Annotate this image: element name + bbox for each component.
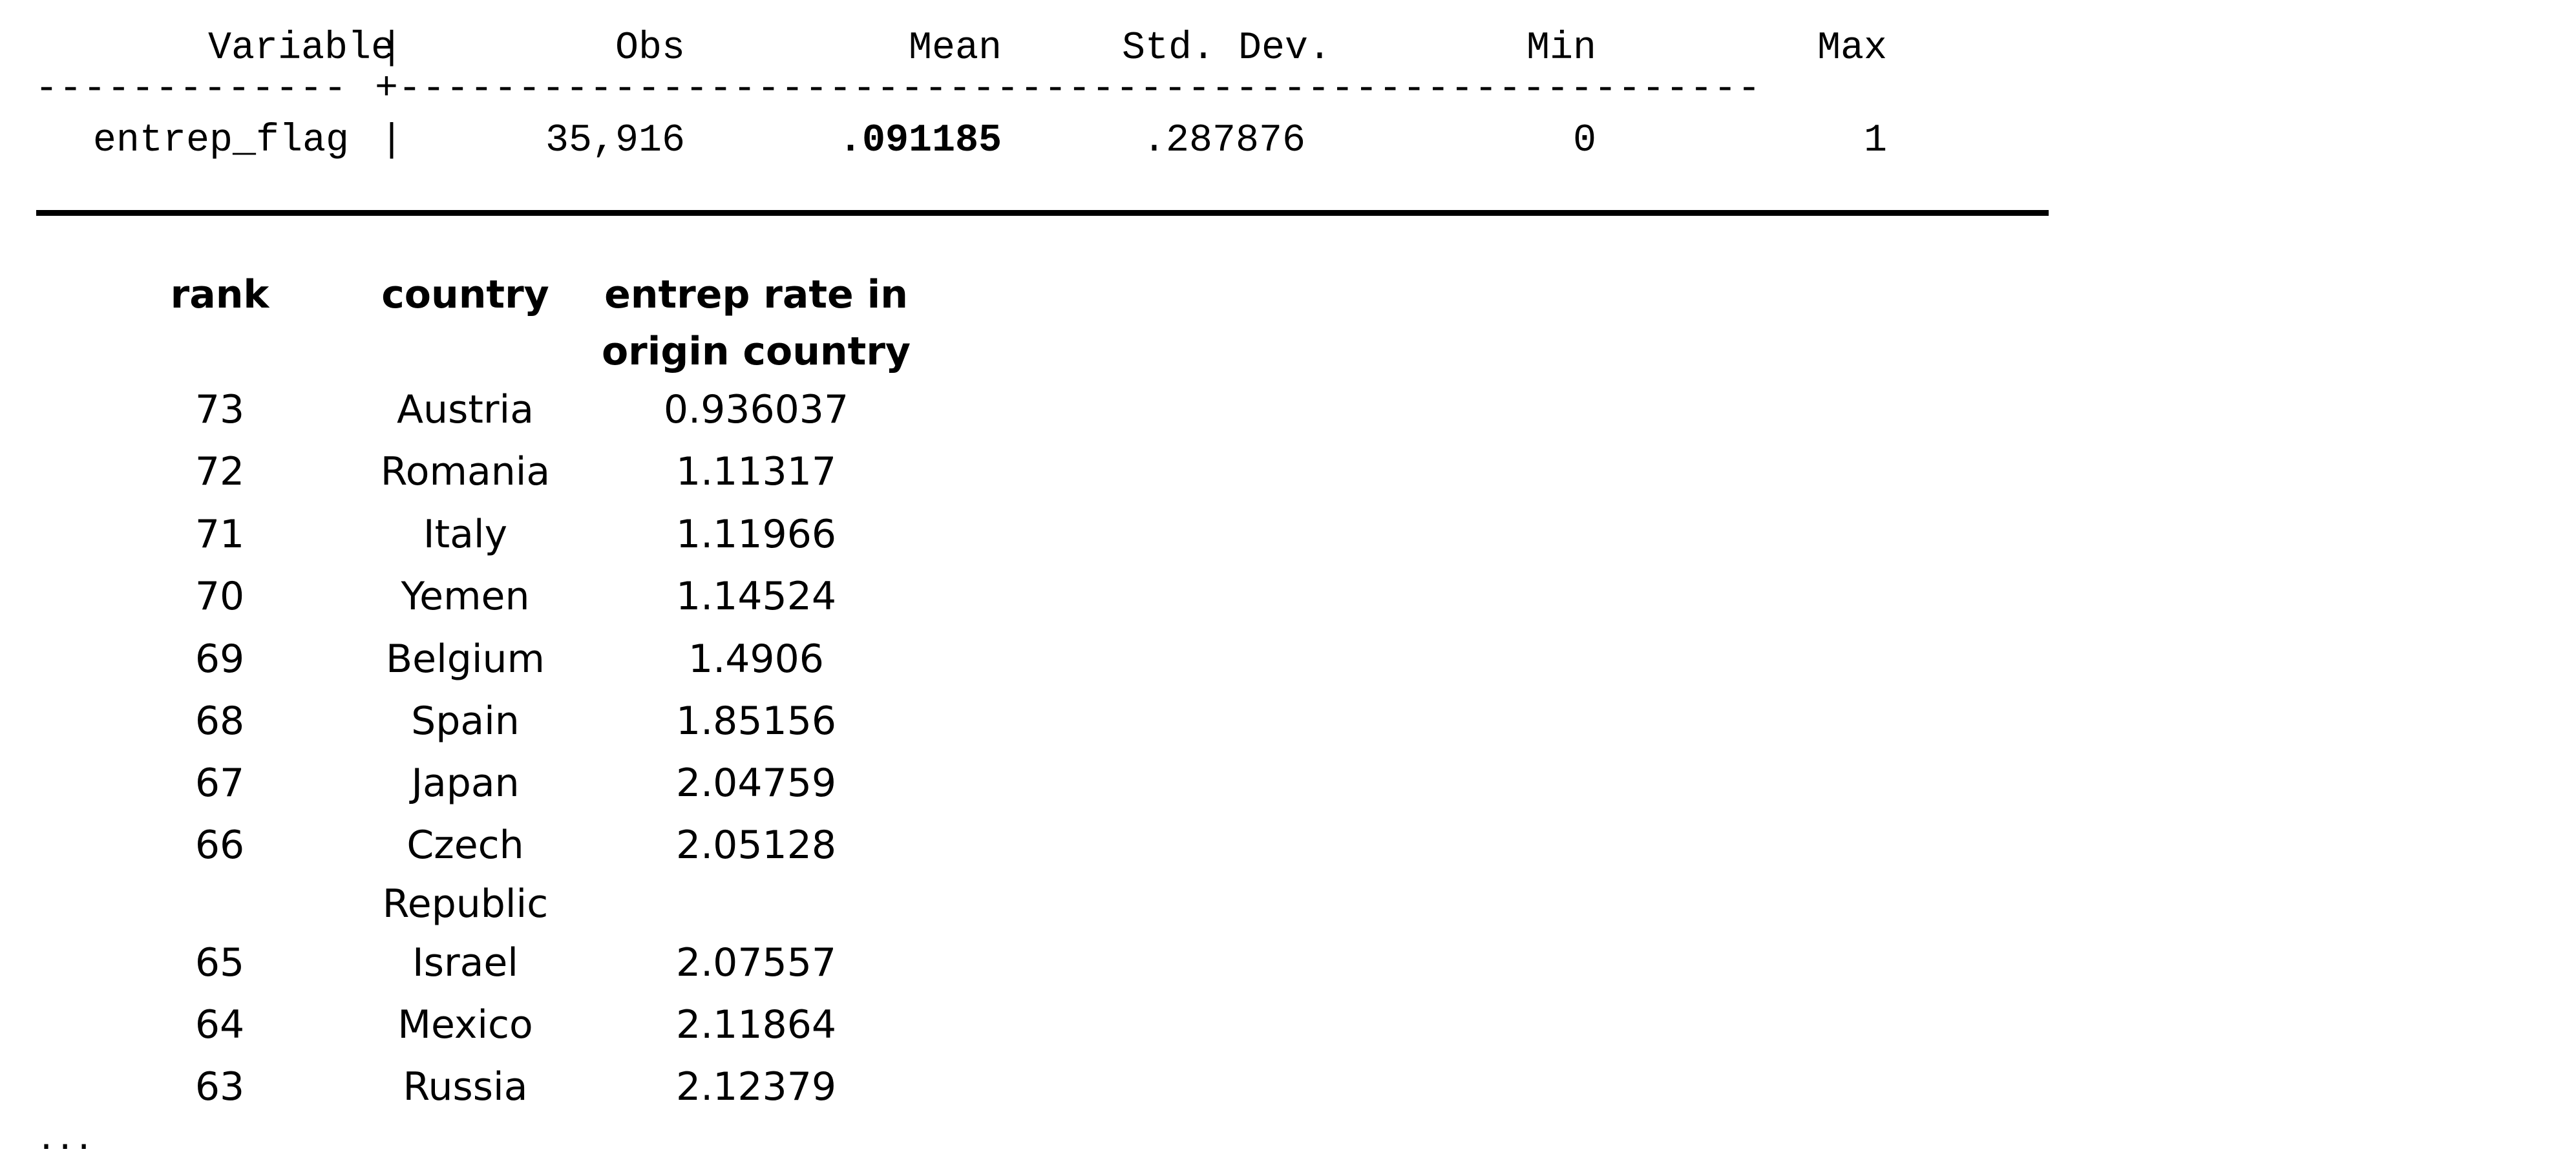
- rate-cell: 1.14524: [675, 574, 837, 619]
- rank-cell: 64: [195, 1002, 245, 1047]
- rank-cell: 73: [195, 387, 245, 432]
- rank-cell: 68: [195, 699, 245, 744]
- rank-cell: 63: [195, 1064, 245, 1109]
- country-cell: Japan: [411, 761, 520, 806]
- rank-cell: 70: [195, 574, 245, 619]
- rate-cell: 1.11317: [675, 449, 837, 494]
- country-cell: Belgium: [386, 636, 545, 682]
- rank-cell: 69: [195, 636, 245, 682]
- cell-variable: entrep_flag: [92, 119, 349, 163]
- header-rate-line1: entrep rate in: [604, 272, 908, 317]
- rank-cell: 67: [195, 761, 245, 806]
- continuation-ellipsis: ...: [40, 1113, 97, 1159]
- cell-obs: 35,916: [545, 119, 685, 163]
- rate-cell: 1.11966: [675, 512, 837, 557]
- country-cell: Italy: [423, 512, 508, 557]
- cell-min: 0: [1572, 119, 1596, 163]
- country-cell: Russia: [403, 1064, 528, 1109]
- country-cell: Israel: [412, 940, 518, 985]
- rate-cell: 2.04759: [675, 761, 837, 806]
- header-rate-line2: origin country: [601, 329, 911, 374]
- rate-cell: 2.12379: [675, 1064, 837, 1109]
- country-cell: Czech: [406, 823, 524, 868]
- cell-mean: .091185: [838, 119, 1002, 163]
- country-cell-line2: Republic: [382, 881, 549, 927]
- rank-cell: 66: [195, 823, 245, 868]
- header-rank: rank: [170, 272, 269, 317]
- rule-cross: +: [375, 67, 399, 111]
- country-cell: Spain: [411, 699, 520, 744]
- rate-cell: 1.4906: [688, 636, 824, 682]
- country-cell: Mexico: [397, 1002, 533, 1047]
- summary-rule: ------------- + ------------------------…: [0, 67, 1939, 121]
- cell-std-dev: .287876: [1142, 119, 1305, 163]
- rate-cell: 2.07557: [675, 940, 837, 985]
- row-separator: |: [380, 119, 404, 163]
- rule-left: -------------: [35, 67, 348, 111]
- country-cell: Yemen: [401, 574, 530, 619]
- cell-max: 1: [1863, 119, 1887, 163]
- header-country: country: [381, 272, 549, 317]
- rate-cell: 0.936037: [663, 387, 849, 432]
- rank-cell: 65: [195, 940, 245, 985]
- rate-cell: 2.05128: [675, 823, 837, 868]
- rank-cell: 72: [195, 449, 245, 494]
- country-cell: Austria: [397, 387, 534, 432]
- country-cell: Romania: [380, 449, 551, 494]
- summary-data-row: entrep_flag | 35,916 .091185 .287876 0 1: [0, 115, 1939, 167]
- section-divider: [36, 210, 2049, 216]
- rule-right: ----------------------------------------…: [398, 67, 1762, 111]
- rate-cell: 2.11864: [675, 1002, 837, 1047]
- rank-cell: 71: [195, 512, 245, 557]
- rate-cell: 1.85156: [675, 699, 837, 744]
- header-max: Max: [1817, 26, 1887, 70]
